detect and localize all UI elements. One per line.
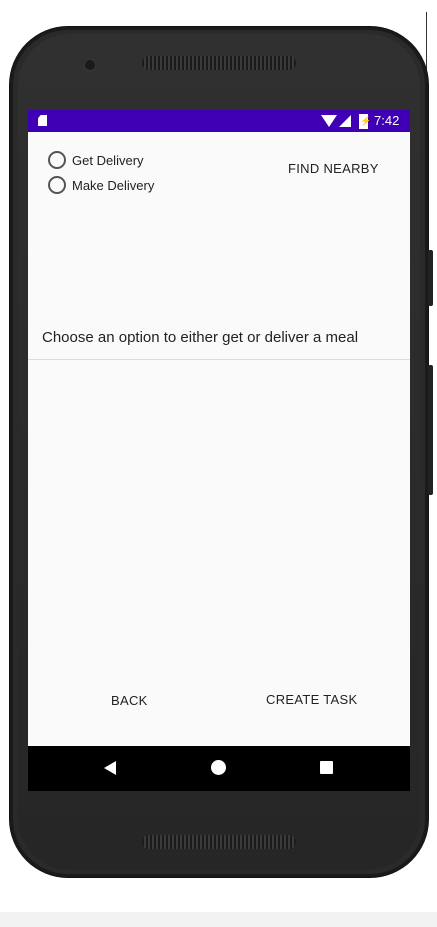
top-speaker	[142, 56, 296, 70]
cell-signal-icon	[339, 115, 351, 127]
wifi-icon	[321, 115, 337, 127]
get-delivery-radio[interactable]	[48, 151, 66, 169]
bottom-speaker	[142, 835, 296, 849]
sd-card-icon	[38, 115, 47, 126]
divider	[28, 359, 410, 360]
create-task-button[interactable]: CREATE TASK	[266, 692, 357, 707]
prompt-text: Choose an option to either get or delive…	[42, 329, 359, 346]
phone-screen: ⚡ 7:42 Get Delivery Make Delivery FIND N…	[28, 110, 410, 791]
front-camera	[85, 60, 95, 70]
recents-icon[interactable]	[320, 761, 333, 774]
volume-button	[428, 365, 433, 495]
find-nearby-button[interactable]: FIND NEARBY	[288, 161, 379, 176]
battery-icon: ⚡	[359, 114, 371, 129]
home-icon[interactable]	[211, 760, 226, 775]
bottom-strip	[0, 912, 437, 927]
navigation-bar	[28, 746, 410, 791]
make-delivery-radio[interactable]	[48, 176, 66, 194]
back-icon[interactable]	[104, 761, 116, 775]
back-button[interactable]: BACK	[111, 693, 148, 708]
status-bar: ⚡ 7:42	[28, 110, 410, 132]
power-button	[428, 250, 433, 306]
make-delivery-label[interactable]: Make Delivery	[72, 178, 154, 193]
get-delivery-label[interactable]: Get Delivery	[72, 153, 144, 168]
status-time: 7:42	[374, 113, 400, 128]
